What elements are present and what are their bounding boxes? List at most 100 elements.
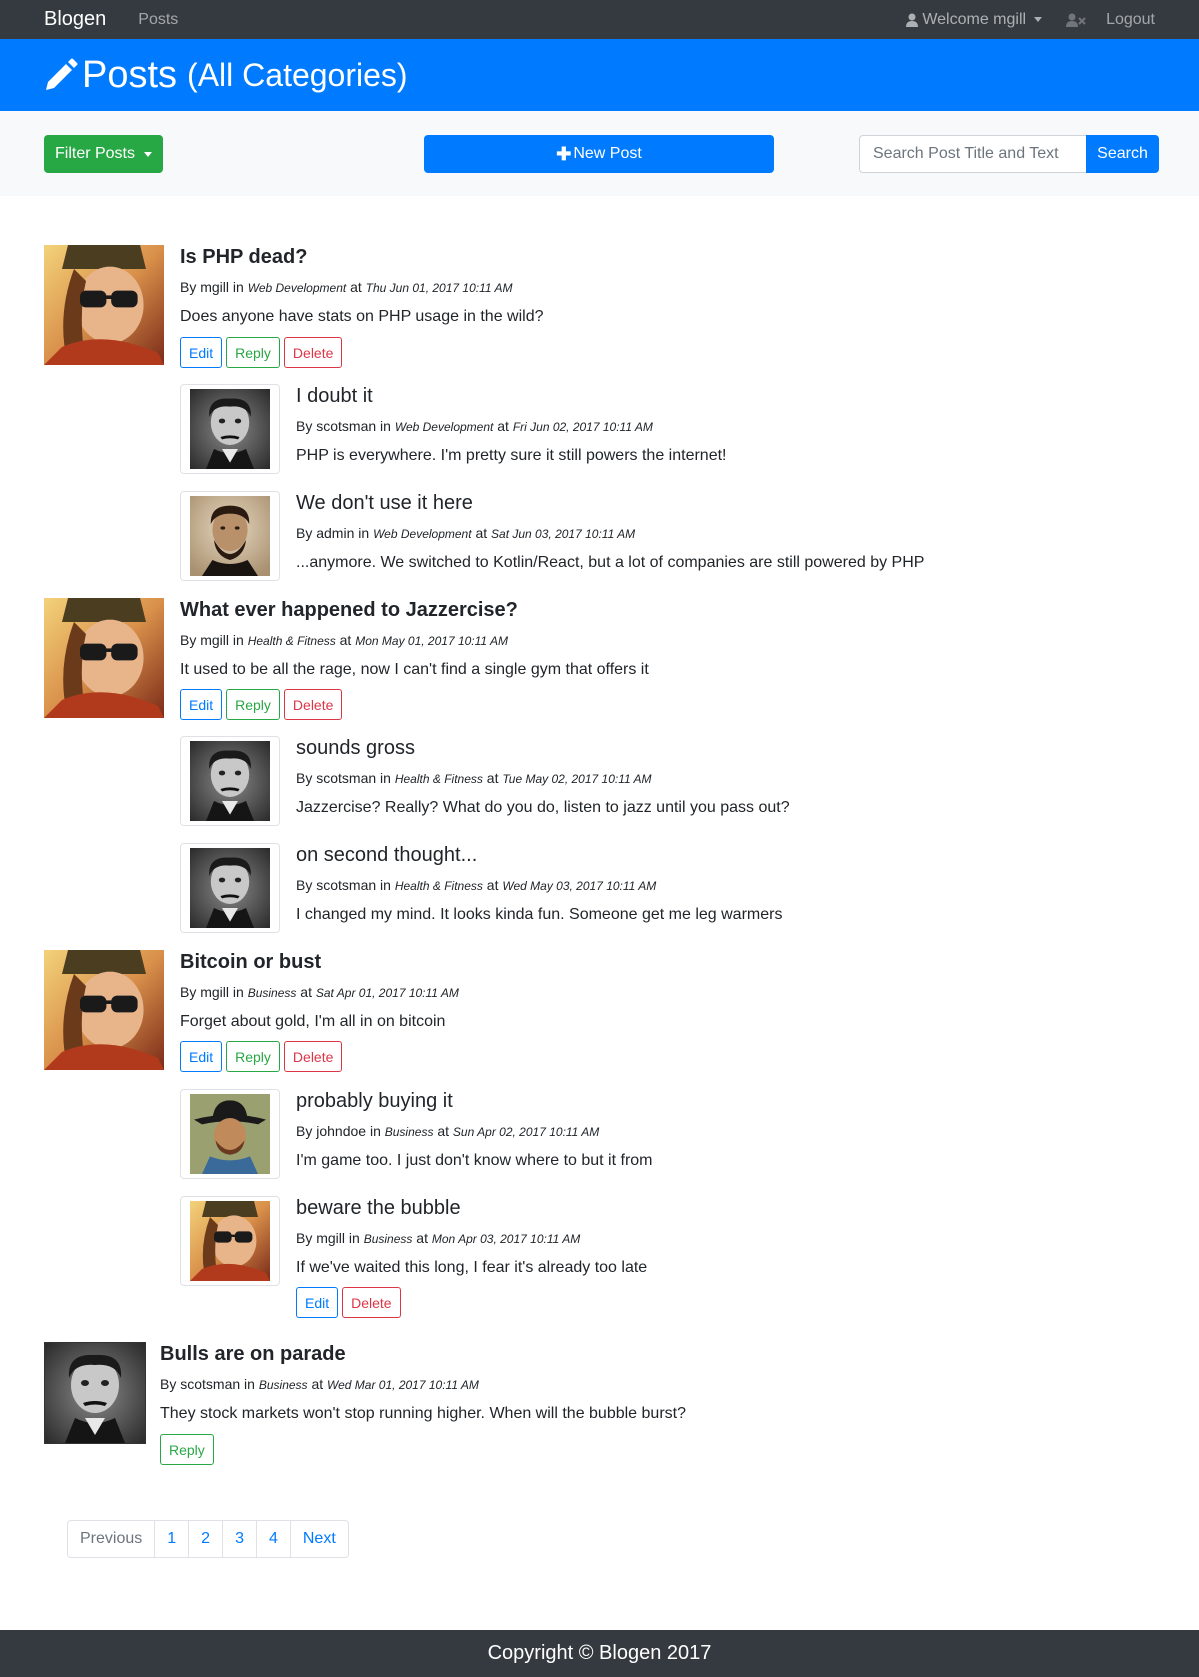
reply-title[interactable]: on second thought... (296, 844, 477, 867)
pencil-icon (46, 58, 78, 90)
avatar (180, 1089, 280, 1179)
new-post-label: New Post (573, 145, 642, 162)
edit-button[interactable]: Edit (180, 337, 223, 368)
pagination-next[interactable]: Next (289, 1520, 349, 1558)
post-title[interactable]: Bitcoin or bust (180, 951, 321, 974)
reply-category: Health & Fitness (394, 772, 483, 786)
reply-meta: By admin in Web Development at Sat Jun 0… (296, 525, 636, 541)
post-body: Does anyone have stats on PHP usage in t… (180, 308, 544, 325)
delete-button[interactable]: Delete (283, 337, 343, 368)
reply-body: Jazzercise? Really? What do you do, list… (296, 799, 790, 816)
post-date: Thu Jun 01, 2017 10:11 AM (365, 281, 513, 295)
page-title-text: Posts (82, 53, 178, 96)
avatar (44, 598, 164, 718)
pagination-page-3[interactable]: 3 (222, 1520, 257, 1558)
reply-author: scotsman (316, 877, 377, 893)
top-navbar: Blogen Posts Welcome mgill Logout (0, 0, 1199, 39)
search-input[interactable] (859, 135, 1086, 173)
post-meta: By scotsman in Business at Wed Mar 01, 2… (160, 1376, 479, 1392)
post-title[interactable]: Bulls are on parade (160, 1343, 346, 1366)
avatar (44, 950, 164, 1070)
post-category: Web Development (247, 281, 347, 295)
footer: Copyright © Blogen 2017 (0, 1630, 1199, 1677)
user-dropdown[interactable]: Welcome mgill (906, 10, 1043, 29)
avatar (180, 736, 280, 826)
page-header: Posts (All Categories) (0, 39, 1199, 111)
reply-author: scotsman (316, 770, 377, 786)
reply-author: mgill (316, 1230, 346, 1246)
avatar (44, 1342, 146, 1444)
post-actions: Edit Reply Delete (180, 1041, 343, 1072)
reply-author: johndoe (316, 1123, 367, 1139)
reply-button[interactable]: Reply (160, 1434, 214, 1465)
pagination-page-1[interactable]: 1 (154, 1520, 190, 1558)
reply-category: Web Development (373, 527, 472, 541)
reply-body: If we've waited this long, I fear it's a… (296, 1259, 648, 1276)
filter-posts-button[interactable]: Filter Posts (44, 135, 163, 173)
post-category: Business (258, 1378, 308, 1392)
search-button[interactable]: Search (1086, 135, 1159, 173)
plus-icon: ✚ (556, 143, 572, 164)
reply-title[interactable]: probably buying it (296, 1090, 453, 1113)
post-meta: By mgill in Web Development at Thu Jun 0… (180, 279, 513, 295)
post-body: They stock markets won't stop running hi… (160, 1405, 686, 1422)
nav-link-posts[interactable]: Posts (138, 11, 178, 29)
post-category: Business (247, 986, 297, 1000)
post-title[interactable]: What ever happened to Jazzercise? (180, 599, 518, 622)
edit-button[interactable]: Edit (180, 1041, 223, 1072)
copyright-text: Copyright © Blogen 2017 (487, 1642, 712, 1664)
post-title[interactable]: Is PHP dead? (180, 246, 307, 269)
page-title: Posts (All Categories) (44, 54, 408, 97)
reply-date: Sun Apr 02, 2017 10:11 AM (452, 1125, 600, 1139)
page-subtitle: (All Categories) (187, 56, 408, 93)
reply-date: Mon Apr 03, 2017 10:11 AM (431, 1232, 581, 1246)
reply-body: ...anymore. We switched to Kotlin/React,… (296, 554, 925, 571)
post-author: mgill (200, 984, 230, 1000)
reply-button[interactable]: Reply (226, 1041, 280, 1072)
reply-author: admin (316, 525, 355, 541)
reply-title[interactable]: We don't use it here (296, 492, 473, 515)
chevron-down-icon (1034, 17, 1043, 22)
new-post-button[interactable]: ✚ New Post (424, 135, 774, 173)
delete-button[interactable]: Delete (342, 1287, 401, 1318)
post-author: scotsman (180, 1376, 241, 1392)
pagination: Previous 1 2 3 4 Next (67, 1520, 349, 1558)
post-actions: Edit Reply Delete (180, 689, 343, 720)
delete-button[interactable]: Delete (283, 1041, 343, 1072)
reply-meta: By scotsman in Health & Fitness at Wed M… (296, 877, 657, 893)
reply-title[interactable]: beware the bubble (296, 1197, 461, 1220)
reply-category: Web Development (394, 420, 494, 434)
reply-title[interactable]: sounds gross (296, 737, 415, 760)
delete-button[interactable]: Delete (283, 689, 343, 720)
pagination-page-2[interactable]: 2 (188, 1520, 224, 1558)
reply-button[interactable]: Reply (226, 689, 280, 720)
welcome-label: Welcome mgill (922, 10, 1027, 28)
logout-link[interactable]: Logout (1066, 11, 1155, 29)
reply-button[interactable]: Reply (226, 337, 280, 368)
action-bar: Filter Posts ✚ New Post Search (0, 111, 1199, 196)
post-body: Forget about gold, I'm all in on bitcoin (180, 1013, 446, 1030)
reply-date: Tue May 02, 2017 10:11 AM (502, 772, 652, 786)
pagination-page-4[interactable]: 4 (255, 1520, 291, 1558)
reply-category: Health & Fitness (394, 879, 483, 893)
user-times-icon (1066, 13, 1086, 27)
reply-date: Fri Jun 02, 2017 10:11 AM (512, 420, 653, 434)
reply-date: Wed May 03, 2017 10:11 AM (502, 879, 657, 893)
avatar (180, 491, 280, 581)
brand-link[interactable]: Blogen (44, 8, 106, 31)
reply-body: I'm game too. I just don't know where to… (296, 1152, 653, 1169)
reply-title[interactable]: I doubt it (296, 385, 373, 408)
reply-actions: Edit Delete (296, 1287, 401, 1318)
post-actions: Reply (160, 1434, 214, 1465)
pagination-previous[interactable]: Previous (67, 1520, 156, 1558)
post-author: mgill (200, 632, 230, 648)
edit-button[interactable]: Edit (296, 1287, 339, 1318)
reply-date: Sat Jun 03, 2017 10:11 AM (491, 527, 636, 541)
post-meta: By mgill in Health & Fitness at Mon May … (180, 632, 508, 648)
avatar (180, 384, 280, 474)
filter-posts-label: Filter Posts (54, 145, 135, 162)
post-date: Wed Mar 01, 2017 10:11 AM (327, 1378, 479, 1392)
user-icon (906, 13, 919, 27)
edit-button[interactable]: Edit (180, 689, 223, 720)
avatar (180, 843, 280, 933)
